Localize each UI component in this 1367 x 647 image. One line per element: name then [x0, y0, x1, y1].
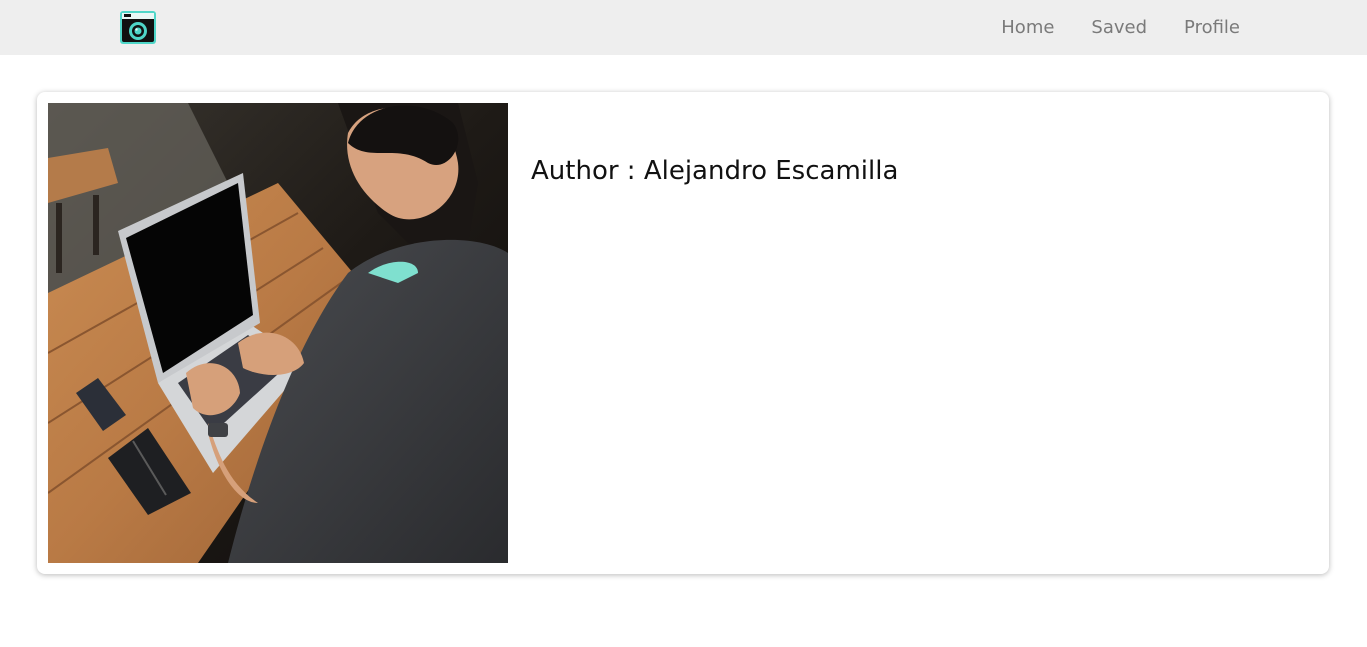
- author-photo[interactable]: [48, 103, 508, 563]
- nav-links: Home Saved Profile: [964, 0, 1240, 55]
- author-card: Author : Alejandro Escamilla: [37, 92, 1329, 574]
- camera-logo-icon[interactable]: [119, 10, 157, 45]
- nav-saved-link[interactable]: Saved: [1091, 17, 1147, 38]
- nav-home-link[interactable]: Home: [1001, 17, 1054, 38]
- author-name: Author : Alejandro Escamilla: [531, 156, 899, 186]
- top-navbar: Home Saved Profile: [0, 0, 1367, 55]
- nav-profile-link[interactable]: Profile: [1184, 17, 1240, 38]
